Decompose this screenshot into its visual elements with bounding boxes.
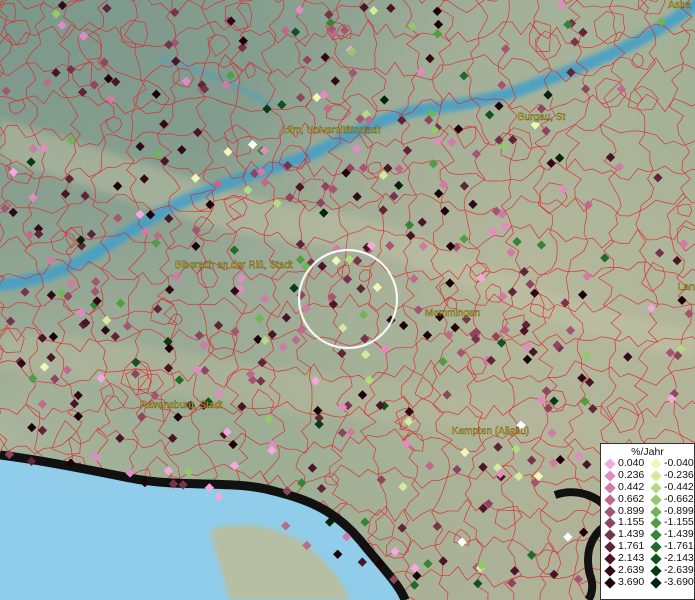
legend-swatch-diamond: [604, 458, 616, 470]
legend-swatch-diamond: [604, 553, 616, 565]
legend-row: 0.442 -0.442: [601, 480, 694, 494]
city-label-ravensburg: Ravensburg, Stadt: [140, 400, 223, 411]
legend-row: 3.690 -3.690: [601, 575, 694, 589]
legend-value: 0.662: [618, 492, 645, 505]
legend-swatch-diamond: [650, 553, 662, 565]
legend-swatch-diamond: [604, 505, 616, 518]
legend-swatch-diamond: [604, 577, 616, 589]
legend-entry-negative: -3.690: [647, 575, 694, 589]
legend-value: 3.690: [618, 575, 645, 588]
legend-entry-negative: -0.662: [647, 492, 694, 506]
legend-swatch-diamond: [604, 470, 616, 482]
legend-value: -3.690: [664, 575, 694, 588]
legend-swatch-diamond: [650, 458, 662, 470]
city-label-kempten: Kempten (Allgäu): [452, 426, 529, 437]
legend-row: 0.236 -0.236: [601, 468, 694, 482]
legend: %/Jahr 0.040 -0.040 0.236 -0.236 0.442 -0.442…: [600, 443, 695, 600]
city-label-ulm: Ulm, Universitätsstadt: [283, 125, 380, 136]
city-label-memmingen: Memmingen: [425, 308, 480, 319]
legend-swatch-diamond: [650, 493, 662, 506]
legend-swatch-diamond: [604, 517, 616, 530]
map-canvas[interactable]: Ulm, Universitätsstadt Burgau, St Bibera…: [0, 0, 695, 600]
city-label-asba: Asba: [668, 0, 691, 11]
legend-swatch-diamond: [650, 505, 662, 518]
legend-swatch-diamond: [604, 529, 616, 541]
city-label-burgau: Burgau, St: [518, 112, 565, 123]
legend-entry-negative: -0.442: [647, 480, 694, 494]
legend-value: 0.236: [618, 468, 645, 481]
legend-value: -0.236: [664, 468, 694, 481]
legend-swatch-diamond: [650, 541, 662, 553]
legend-value: -0.662: [664, 492, 694, 505]
legend-entry-positive: 0.236: [601, 468, 647, 482]
legend-entry-positive: 0.442: [601, 480, 647, 494]
legend-swatch-diamond: [650, 482, 662, 494]
legend-entry-negative: -0.236: [647, 468, 694, 482]
city-label-biberach: Biberach an der Riß, Stadt: [175, 260, 293, 271]
legend-value: 0.442: [618, 480, 645, 493]
legend-swatch-diamond: [650, 517, 662, 530]
legend-swatch-diamond: [604, 482, 616, 494]
legend-swatch-diamond: [650, 529, 662, 541]
legend-entry-positive: 3.690: [601, 575, 647, 589]
legend-entry-positive: 0.662: [601, 492, 647, 506]
legend-value: -0.442: [664, 480, 694, 493]
legend-swatch-diamond: [650, 470, 662, 482]
city-label-lan: Lan: [678, 282, 695, 293]
legend-rows: 0.040 -0.040 0.236 -0.236 0.442 -0.442 0.662 -0…: [601, 457, 694, 589]
legend-swatch-diamond: [604, 565, 616, 577]
legend-swatch-diamond: [650, 577, 662, 589]
legend-swatch-diamond: [604, 493, 616, 506]
legend-swatch-diamond: [604, 541, 616, 553]
legend-row: 0.662 -0.662: [601, 492, 694, 506]
legend-swatch-diamond: [650, 565, 662, 577]
